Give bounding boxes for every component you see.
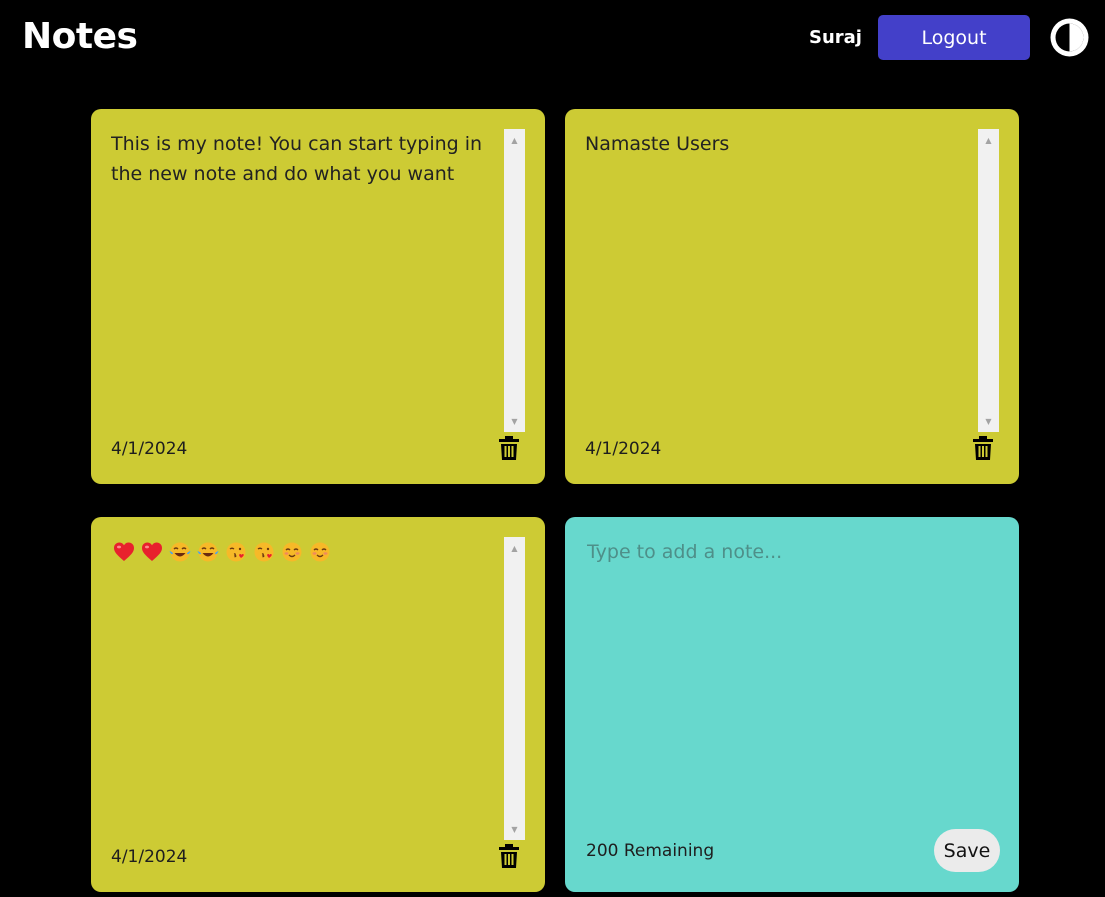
red-heart-icon bbox=[114, 542, 134, 561]
trash-icon bbox=[973, 436, 993, 460]
face-blowing-kiss-icon bbox=[226, 542, 246, 562]
scroll-up-arrow-icon[interactable]: ▲ bbox=[978, 132, 999, 148]
note-emoji-content[interactable] bbox=[113, 541, 331, 563]
tears-of-joy-icon bbox=[197, 542, 219, 562]
face-blowing-kiss-icon bbox=[254, 542, 274, 562]
note-scrollbar[interactable]: ▲ ▼ bbox=[504, 129, 525, 432]
scroll-up-arrow-icon[interactable]: ▲ bbox=[504, 540, 525, 556]
note-date: 4/1/2024 bbox=[111, 439, 188, 459]
note-card: Namaste Users ▲ ▼ 4/1/2024 bbox=[565, 109, 1019, 484]
note-card: ▲ ▼ 4/1/2024 bbox=[91, 517, 545, 892]
trash-icon bbox=[499, 844, 519, 868]
new-note-card: 200 Remaining Save bbox=[565, 517, 1019, 892]
note-date: 4/1/2024 bbox=[585, 439, 662, 459]
scroll-down-arrow-icon[interactable]: ▼ bbox=[504, 413, 525, 429]
trash-icon bbox=[499, 436, 519, 460]
tears-of-joy-icon bbox=[169, 542, 191, 562]
delete-note-button[interactable] bbox=[499, 844, 519, 868]
save-button[interactable]: Save bbox=[934, 829, 1000, 872]
red-heart-icon bbox=[142, 542, 162, 561]
note-text[interactable]: This is my note! You can start typing in… bbox=[111, 129, 503, 419]
scroll-up-arrow-icon[interactable]: ▲ bbox=[504, 132, 525, 148]
note-scrollbar[interactable]: ▲ ▼ bbox=[978, 129, 999, 432]
scroll-down-arrow-icon[interactable]: ▼ bbox=[978, 413, 999, 429]
new-note-input[interactable] bbox=[587, 541, 997, 821]
note-card: This is my note! You can start typing in… bbox=[91, 109, 545, 484]
characters-remaining: 200 Remaining bbox=[586, 841, 715, 861]
logout-button[interactable]: Logout bbox=[878, 15, 1030, 60]
delete-note-button[interactable] bbox=[499, 436, 519, 460]
contrast-icon bbox=[1050, 18, 1089, 57]
note-text[interactable]: Namaste Users bbox=[585, 129, 977, 419]
notes-app: Notes Suraj Logout This is my note! You … bbox=[0, 0, 1105, 897]
note-date: 4/1/2024 bbox=[111, 847, 188, 867]
smiling-face-with-hearts-icon bbox=[282, 542, 302, 562]
delete-note-button[interactable] bbox=[973, 436, 993, 460]
page-title: Notes bbox=[22, 16, 138, 57]
username-label: Suraj bbox=[809, 27, 862, 48]
scroll-down-arrow-icon[interactable]: ▼ bbox=[504, 821, 525, 837]
note-scrollbar[interactable]: ▲ ▼ bbox=[504, 537, 525, 840]
theme-toggle-button[interactable] bbox=[1048, 16, 1091, 59]
smiling-face-with-hearts-icon bbox=[310, 542, 330, 562]
